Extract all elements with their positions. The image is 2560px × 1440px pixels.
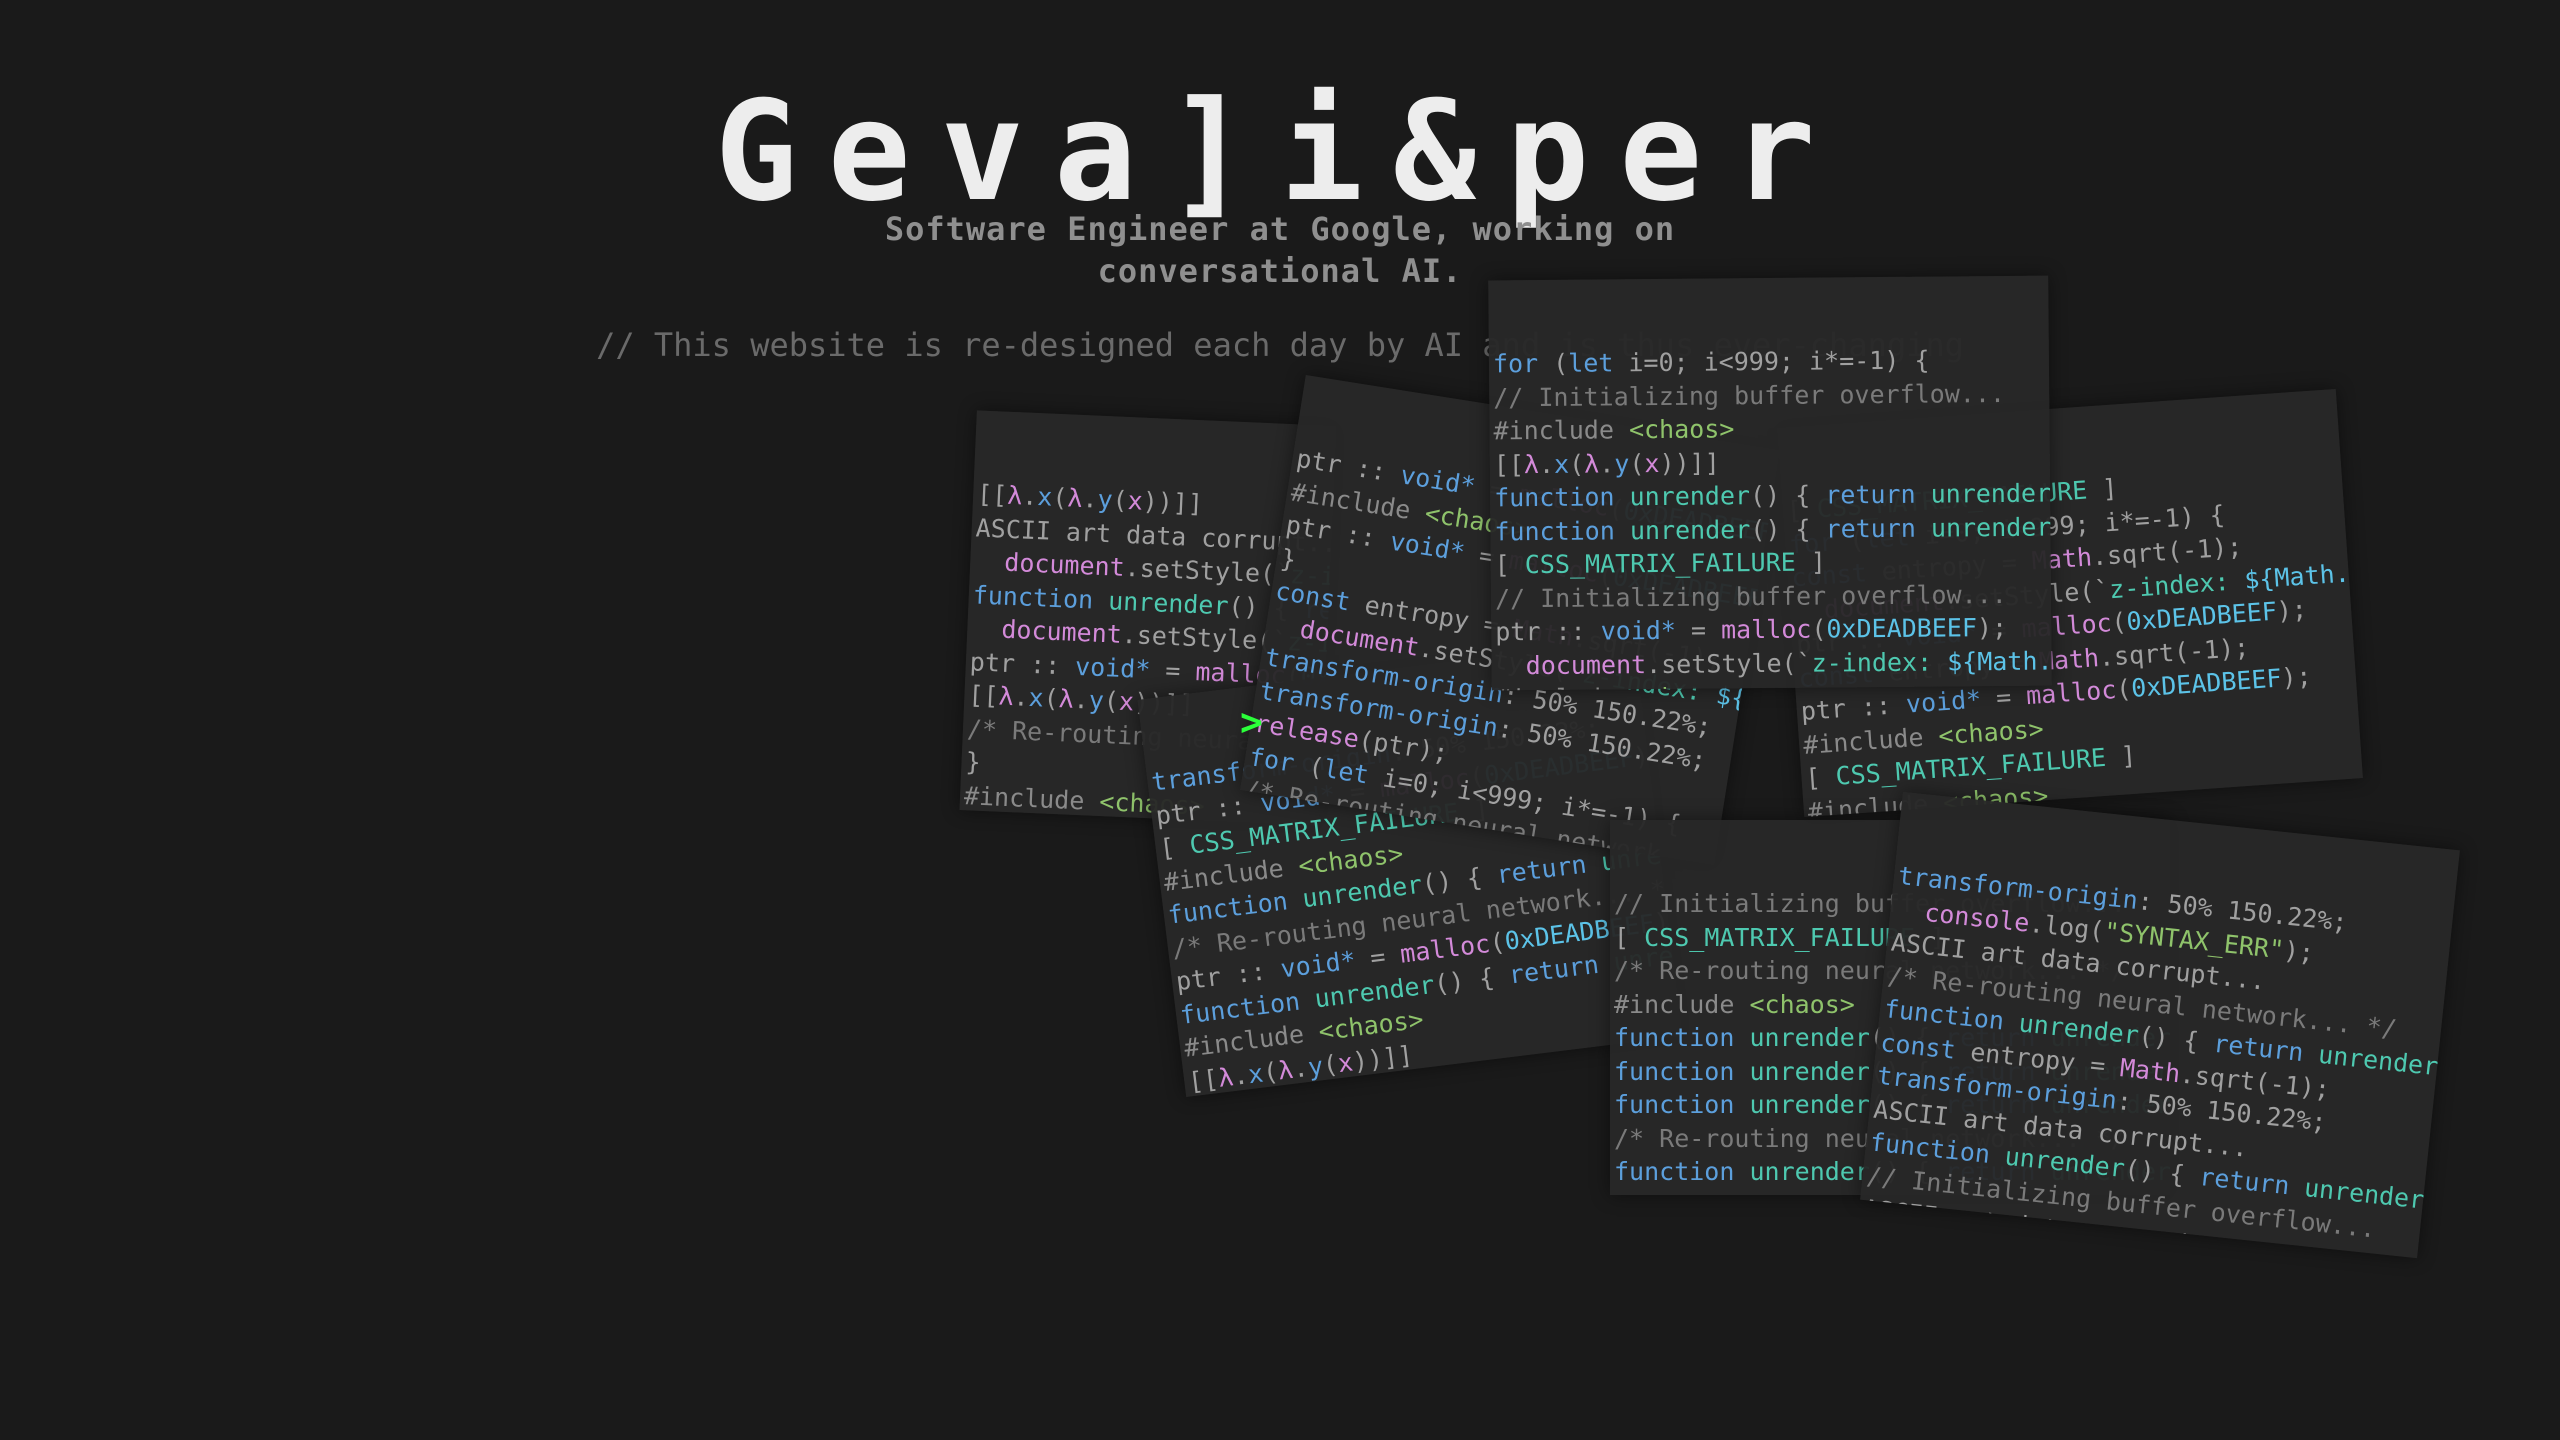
redesign-note: // This website is re-designed each day …	[596, 326, 1964, 364]
terminal-cursor: >	[1240, 700, 1263, 744]
code-line: // Initializing buffer overflow...	[1493, 378, 2006, 412]
code-line: #include <chaos>	[1493, 414, 1735, 446]
code-line: function unrender() { return unrender()	[1493, 478, 2052, 513]
code-line: for (let i=0; i<999; i*=-1) {	[1492, 345, 1930, 379]
code-line: // Initializing buffer overflow...	[1494, 579, 2007, 613]
code-line: [ CSS_MATRIX_FAILURE ]	[1494, 547, 1826, 580]
code-line: function unrender() { return unrender()	[1494, 512, 2052, 546]
code-line: ptr :: void* = malloc(0xDEADBEEF);	[1495, 612, 2008, 647]
code-card-4: for (let i=0; i<999; i*=-1) {// Initiali…	[1488, 275, 2052, 691]
code-card-7: transform-origin: 50% 150.22%; console.l…	[1860, 791, 2460, 1259]
code-line: [[λ.x(λ.y(x))]]	[1493, 447, 1720, 479]
code-line: document.setStyle(`z-index: ${Math.fl	[1525, 645, 2052, 680]
